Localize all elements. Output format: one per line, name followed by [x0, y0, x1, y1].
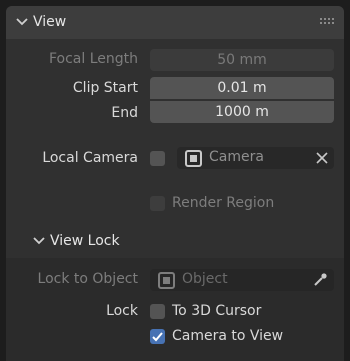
clip-end-field[interactable]: 1000 m — [150, 101, 334, 123]
chevron-down-icon[interactable] — [15, 15, 29, 29]
checkmark-icon — [152, 332, 163, 342]
to-3d-cursor-label: To 3D Cursor — [172, 303, 262, 319]
lock-to-object-field[interactable]: Object — [150, 269, 334, 291]
camera-to-view-checkbox[interactable] — [150, 329, 165, 344]
drag-grip-icon[interactable] — [320, 18, 334, 26]
object-icon — [185, 150, 202, 167]
local-camera-value: Camera — [209, 149, 264, 165]
clip-end-label: End — [111, 105, 138, 121]
view-panel: View Focal Length 50 mm Clip Start 0.01 … — [6, 6, 344, 361]
local-camera-field[interactable]: Camera — [177, 147, 334, 169]
render-region-checkbox[interactable] — [150, 196, 165, 211]
focal-length-label: Focal Length — [48, 51, 138, 67]
lock-to-object-placeholder: Object — [182, 271, 228, 287]
view-panel-header[interactable]: View — [6, 6, 344, 39]
clip-start-field[interactable]: 0.01 m — [150, 77, 334, 99]
lock-label: Lock — [106, 303, 138, 319]
view-lock-body: Lock to Object Object Lock To 3D Cursor … — [6, 258, 344, 361]
local-camera-label: Local Camera — [42, 150, 138, 166]
chevron-down-icon[interactable] — [32, 234, 46, 248]
to-3d-cursor-checkbox[interactable] — [150, 304, 165, 319]
clip-start-label: Clip Start — [72, 80, 138, 96]
local-camera-checkbox[interactable] — [150, 151, 165, 166]
camera-to-view-label: Camera to View — [172, 328, 284, 344]
eyedropper-icon[interactable] — [312, 272, 328, 288]
lock-to-object-label: Lock to Object — [37, 271, 138, 287]
render-region-label: Render Region — [172, 195, 275, 211]
view-panel-title: View — [33, 14, 67, 30]
focal-length-field[interactable]: 50 mm — [150, 49, 334, 71]
object-icon — [158, 272, 175, 289]
view-lock-title[interactable]: View Lock — [50, 233, 120, 249]
clear-x-icon[interactable] — [316, 152, 328, 164]
